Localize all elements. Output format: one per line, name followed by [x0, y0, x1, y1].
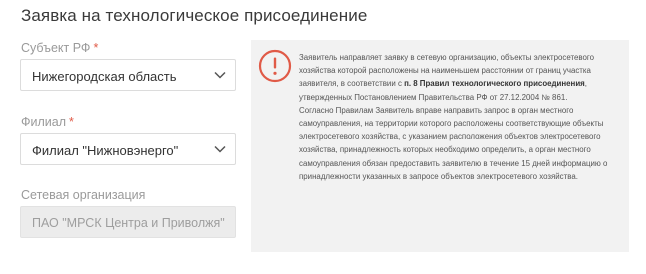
network-org-value: ПАО "МРСК Центра и Приволжя"	[32, 216, 225, 230]
info-paragraph-1: Заявитель направляет заявку в сетевую ор…	[299, 51, 619, 104]
network-org-field: ПАО "МРСК Центра и Приволжя"	[20, 206, 236, 238]
subject-label: Субъект РФ *	[21, 41, 98, 55]
chevron-down-icon	[214, 145, 226, 153]
required-mark: *	[93, 41, 99, 55]
rules-reference-link: п. 8 Правил технологического присоединен…	[404, 79, 585, 89]
branch-select[interactable]: Филиал "Нижновэнерго"	[20, 133, 236, 165]
exclamation-circle-icon	[258, 49, 292, 83]
info-panel: Заявитель направляет заявку в сетевую ор…	[251, 40, 629, 252]
info-text: Заявитель направляет заявку в сетевую ор…	[299, 51, 619, 183]
network-org-label: Сетевая организация	[21, 188, 145, 202]
branch-select-value: Филиал "Нижновэнерго"	[32, 143, 179, 158]
page-title: Заявка на технологическое присоединение	[21, 6, 368, 25]
required-mark: *	[69, 115, 74, 129]
subject-label-text: Субъект РФ	[21, 41, 91, 55]
network-org-label-text: Сетевая организация	[21, 188, 146, 202]
branch-label-text: Филиал	[21, 115, 67, 129]
info-paragraph-2: Согласно Правилам Заявитель вправе напра…	[299, 105, 608, 181]
chevron-down-icon	[214, 71, 226, 79]
branch-label: Филиал *	[21, 115, 74, 129]
subject-select-value: Нижегородская область	[32, 69, 177, 84]
subject-select[interactable]: Нижегородская область	[20, 59, 236, 91]
